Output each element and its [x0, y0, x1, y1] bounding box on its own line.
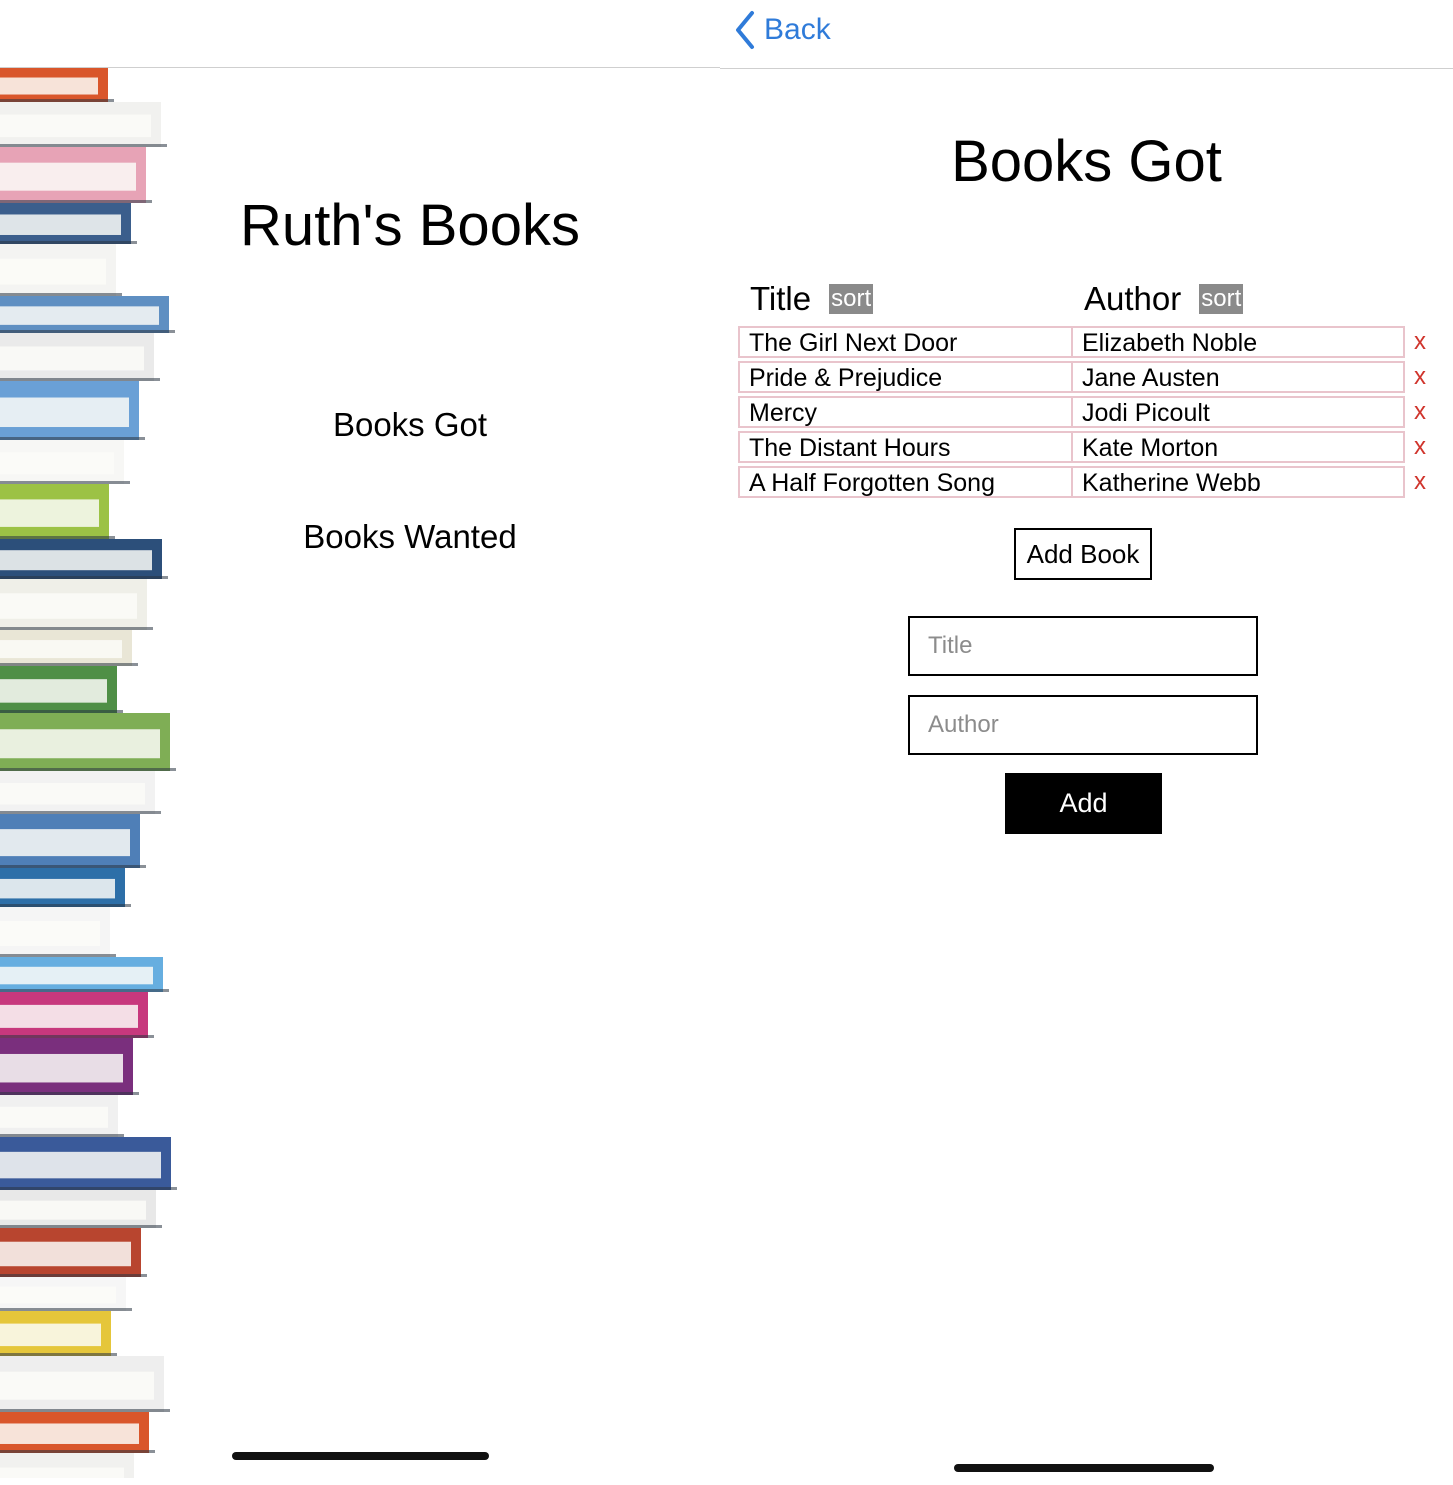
nav-divider — [720, 68, 1453, 69]
books-table: The Girl Next Door Elizabeth Noble x Pri… — [738, 326, 1426, 501]
book-author-cell: Kate Morton — [1071, 431, 1405, 463]
title-input[interactable] — [908, 616, 1258, 676]
page-title: Books Got — [951, 129, 1222, 194]
books-got-screen: Back Books Got Title sort Author sort Th… — [720, 0, 1453, 1485]
books-wanted-link[interactable]: Books Wanted — [190, 518, 630, 556]
sort-author-button[interactable]: sort — [1199, 284, 1244, 314]
sort-title-button[interactable]: sort — [829, 284, 874, 314]
home-indicator[interactable] — [954, 1464, 1214, 1472]
book-title-cell: Mercy — [738, 396, 1073, 428]
table-row: The Girl Next Door Elizabeth Noble x — [738, 326, 1426, 361]
author-header-label: Author — [1084, 280, 1182, 317]
back-button[interactable]: Back — [734, 10, 831, 50]
delete-book-button[interactable]: x — [1414, 361, 1426, 393]
chevron-left-icon — [736, 11, 754, 49]
title-column-header: Title sort — [750, 280, 874, 318]
book-author-cell: Jodi Picoult — [1071, 396, 1405, 428]
book-title-cell: A Half Forgotten Song — [738, 466, 1073, 498]
delete-book-button[interactable]: x — [1414, 466, 1426, 498]
author-input[interactable] — [908, 695, 1258, 755]
add-book-button[interactable]: Add Book — [1014, 528, 1152, 580]
title-header-label: Title — [750, 280, 812, 317]
delete-book-button[interactable]: x — [1414, 431, 1426, 463]
add-submit-button[interactable]: Add — [1005, 773, 1162, 834]
books-got-link[interactable]: Books Got — [190, 406, 630, 444]
delete-book-button[interactable]: x — [1414, 326, 1426, 358]
book-author-cell: Katherine Webb — [1071, 466, 1405, 498]
app-title: Ruth's Books — [240, 193, 580, 258]
book-title-cell: Pride & Prejudice — [738, 361, 1073, 393]
home-indicator[interactable] — [232, 1452, 489, 1460]
book-author-cell: Elizabeth Noble — [1071, 326, 1405, 358]
table-row: A Half Forgotten Song Katherine Webb x — [738, 466, 1426, 501]
book-stack-image — [0, 68, 177, 1478]
delete-book-button[interactable]: x — [1414, 396, 1426, 428]
book-title-cell: The Girl Next Door — [738, 326, 1073, 358]
table-row: Pride & Prejudice Jane Austen x — [738, 361, 1426, 396]
back-label: Back — [764, 13, 831, 46]
table-row: The Distant Hours Kate Morton x — [738, 431, 1426, 466]
home-screen: Ruth's Books Books Got Books Wanted — [0, 0, 720, 1485]
author-column-header: Author sort — [1084, 280, 1244, 318]
table-row: Mercy Jodi Picoult x — [738, 396, 1426, 431]
book-title-cell: The Distant Hours — [738, 431, 1073, 463]
book-author-cell: Jane Austen — [1071, 361, 1405, 393]
